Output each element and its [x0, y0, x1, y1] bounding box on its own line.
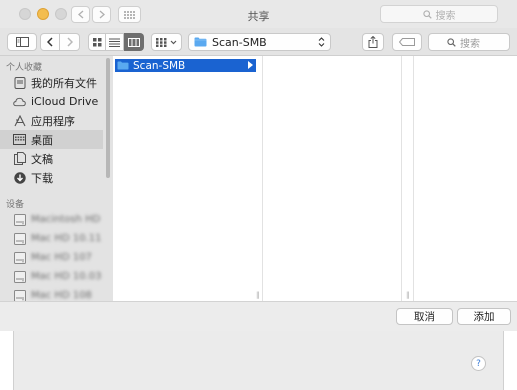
underlying-panel [13, 331, 504, 390]
folder-icon [194, 37, 207, 47]
dialog-footer: 取消 添加 [0, 301, 517, 331]
arrange-grid-icon [156, 37, 167, 47]
sidebar-item-label: Mac HD 10.03 [31, 271, 102, 282]
disk-icon [13, 270, 26, 283]
list-view-icon [109, 38, 120, 47]
search-placeholder: 搜索 [460, 38, 480, 50]
share-button[interactable] [362, 33, 384, 51]
applications-icon [13, 114, 26, 127]
toolbar: Scan-SMB 搜索 [0, 28, 517, 56]
icon-view-button[interactable] [88, 33, 106, 51]
titlebar: 共享 搜索 [0, 0, 517, 28]
disk-icon [13, 289, 26, 301]
sidebar-item-all-files[interactable]: 我的所有文件 [0, 73, 103, 92]
sidebar-item-label: iCloud Drive [31, 95, 99, 108]
file-dialog: 共享 搜索 Scan-SMB 搜索 个人收藏 我的所有文件 iCloud Dri… [0, 0, 517, 331]
column-divider[interactable] [262, 56, 263, 301]
chevron-down-icon [170, 40, 177, 44]
path-popup-label: Scan-SMB [212, 35, 267, 49]
disk-icon [13, 232, 26, 245]
sidebar-item-label: Mac HD 10.11 [31, 233, 102, 244]
column-resize-grip[interactable]: || [256, 291, 260, 299]
sidebar-item-label: Macintosh HD [31, 214, 101, 225]
sidebar-item-label: Mac HD 108 [31, 290, 92, 301]
sidebar-item-applications[interactable]: 应用程序 [0, 111, 103, 130]
column-item-scan-smb[interactable]: Scan-SMB [115, 59, 256, 72]
share-icon [368, 36, 378, 48]
column-item-label: Scan-SMB [133, 59, 186, 72]
search-icon [447, 37, 456, 47]
path-popup-button[interactable]: Scan-SMB [188, 33, 331, 51]
chevron-left-icon [47, 37, 53, 47]
search-field[interactable]: 搜索 [428, 33, 510, 51]
sidebar-item-label: 文稿 [31, 152, 53, 166]
sidebar-item-device[interactable]: Mac HD 108 [0, 286, 103, 301]
column-divider[interactable] [401, 56, 402, 301]
sidebar-toggle-button[interactable] [7, 33, 37, 51]
sidebar-item-desktop[interactable]: 桌面 [0, 130, 103, 149]
help-button[interactable]: ? [471, 356, 486, 371]
icon-view-icon [92, 37, 101, 46]
sidebar: 个人收藏 我的所有文件 iCloud Drive 应用程序 桌面 文稿 下载 设… [0, 56, 113, 301]
devices-header: 设备 [6, 200, 25, 210]
disk-icon [13, 213, 26, 226]
sidebar-item-label: Mac HD 107 [31, 252, 92, 263]
back-button[interactable] [40, 33, 60, 51]
column-divider[interactable] [413, 56, 414, 301]
download-icon [13, 171, 26, 184]
documents-icon [13, 152, 26, 165]
sidebar-item-device[interactable]: Macintosh HD [0, 210, 103, 229]
chevron-right-icon [66, 37, 73, 47]
popup-arrows-icon [318, 37, 325, 47]
folder-icon [117, 61, 129, 70]
title-search-placeholder: 搜索 [435, 10, 456, 22]
sidebar-icon [15, 37, 29, 47]
forward-button[interactable] [60, 33, 80, 51]
column-view-button[interactable] [124, 33, 144, 51]
sidebar-item-documents[interactable]: 文稿 [0, 149, 103, 168]
arrange-menu-button[interactable] [151, 33, 182, 51]
sidebar-item-label: 下载 [31, 171, 53, 185]
disk-icon [13, 251, 26, 264]
sidebar-item-device[interactable]: Mac HD 10.11 [0, 229, 103, 248]
sidebar-item-icloud-drive[interactable]: iCloud Drive [0, 92, 103, 111]
all-files-icon [13, 76, 26, 89]
column-view-icon [127, 37, 140, 47]
cloud-icon [13, 95, 26, 108]
sidebar-item-label: 我的所有文件 [31, 76, 97, 90]
sidebar-item-downloads[interactable]: 下载 [0, 168, 103, 187]
favorites-header: 个人收藏 [6, 63, 43, 73]
tag-icon [399, 38, 415, 46]
list-view-button[interactable] [106, 33, 124, 51]
sidebar-item-label: 应用程序 [31, 114, 75, 128]
sidebar-scrollbar[interactable] [106, 58, 110, 178]
disclosure-arrow-icon [248, 61, 253, 69]
add-button[interactable]: 添加 [457, 308, 511, 325]
search-icon [422, 9, 432, 19]
tag-button[interactable] [392, 33, 422, 51]
desktop-icon [13, 133, 26, 146]
cancel-button[interactable]: 取消 [396, 308, 453, 325]
title-search-field[interactable]: 搜索 [380, 5, 498, 23]
sidebar-item-device[interactable]: Mac HD 10.03 [0, 267, 103, 286]
column-browser: Scan-SMB || || [113, 56, 517, 301]
column-resize-grip[interactable]: || [406, 291, 410, 299]
sidebar-item-label: 桌面 [31, 133, 53, 147]
sidebar-item-device[interactable]: Mac HD 107 [0, 248, 103, 267]
